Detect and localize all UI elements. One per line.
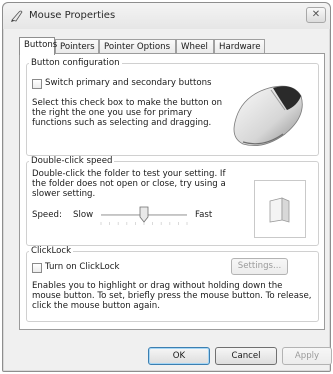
mouse-pointer-icon [11,10,23,22]
tab-pointer-options[interactable]: Pointer Options [99,39,176,54]
clicklock-legend: ClickLock [31,246,72,256]
clicklock-settings-button[interactable]: Settings... [231,258,288,275]
slider-thumb[interactable] [139,206,149,223]
slow-label: Slow [73,210,94,220]
close-button[interactable]: ✕ [306,7,326,23]
folder-icon[interactable] [268,197,292,223]
button-configuration-legend: Button configuration [31,58,120,68]
mouse-properties-window: Mouse Properties ✕ Buttons Pointers Poin… [2,2,332,372]
switch-buttons-checkbox[interactable] [32,79,42,89]
clicklock-checkbox-row[interactable]: Turn on ClickLock [32,262,152,274]
close-icon: ✕ [311,9,321,20]
window-title: Mouse Properties [29,10,116,21]
button-configuration-description: Select this check box to make the button… [32,98,223,128]
double-click-description: Double-click the folder to test your set… [32,169,226,199]
apply-button[interactable]: Apply [282,347,332,365]
double-click-speed-legend: Double-click speed [31,156,113,166]
ok-button[interactable]: OK [148,347,210,365]
tab-wheel[interactable]: Wheel [176,39,214,54]
switch-buttons-label: Switch primary and secondary buttons [45,78,212,88]
tab-hardware[interactable]: Hardware [214,39,265,54]
double-click-speed-group: Double-click speed Double-click the fold… [26,156,319,246]
clicklock-group: ClickLock Turn on ClickLock Settings... … [26,246,319,322]
cancel-button[interactable]: Cancel [215,347,277,365]
clicklock-checkbox[interactable] [32,263,42,273]
switch-buttons-checkbox-row[interactable]: Switch primary and secondary buttons [32,78,212,90]
tab-buttons[interactable]: Buttons [19,37,57,55]
tab-pointers[interactable]: Pointers [55,39,99,54]
button-configuration-group: Button configuration Switch primary and … [26,58,319,156]
mouse-icon [233,85,303,147]
speed-label: Speed: [32,210,62,220]
clicklock-label: Turn on ClickLock [45,262,120,272]
clicklock-description: Enables you to highlight or drag without… [32,281,312,311]
title-bar[interactable]: Mouse Properties ✕ [3,3,330,29]
fast-label: Fast [195,210,213,220]
double-click-speed-slider[interactable] [99,204,189,228]
buttons-tab-panel: Button configuration Switch primary and … [19,53,325,330]
folder-test-area[interactable] [254,180,306,238]
